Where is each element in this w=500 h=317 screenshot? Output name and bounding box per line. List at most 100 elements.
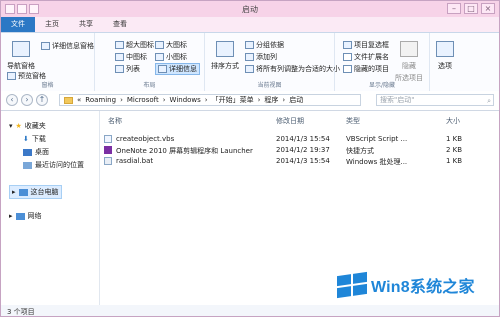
file-date: 2014/1/2 19:37 xyxy=(276,146,330,154)
watermark-logo: Win8系统之家 xyxy=(337,271,475,299)
file-name: createobject.vbs xyxy=(116,135,175,143)
file-type: VBScript Script ... xyxy=(346,135,408,143)
tab-share[interactable]: 共享 xyxy=(69,17,103,32)
navigation-buttons: ‹ › ↑ xyxy=(6,94,48,106)
tab-view[interactable]: 查看 xyxy=(103,17,137,32)
breadcrumb-separator: › xyxy=(162,96,166,104)
file-size: 2 KB xyxy=(446,146,463,154)
file-extensions-toggle[interactable]: 文件扩展名 xyxy=(343,52,389,62)
batch-file-icon xyxy=(104,157,112,167)
layout-details[interactable]: 详细信息 xyxy=(155,63,200,75)
nav-item-this-pc[interactable]: ▸ 这台电脑 xyxy=(9,185,62,199)
item-checkboxes-toggle[interactable]: 项目复选框 xyxy=(343,40,389,50)
desktop-icon xyxy=(23,148,32,156)
breadcrumb-separator: › xyxy=(204,96,208,104)
layout-large-icons[interactable]: 大图标 xyxy=(155,40,187,50)
add-columns-button[interactable]: 添加列 xyxy=(245,52,277,62)
chevron-right-icon: ▸ xyxy=(9,212,13,220)
hidden-items-toggle[interactable]: 隐藏的项目 xyxy=(343,64,389,74)
nav-item-downloads[interactable]: ⬇ 下载 xyxy=(23,134,46,144)
layout-extra-large-icons[interactable]: 超大图标 xyxy=(115,40,154,50)
ribbon-group-label: 窗格 xyxy=(41,82,54,89)
fit-columns-button[interactable]: 将所有列调整为合适的大小 xyxy=(245,64,340,74)
breadcrumb-item[interactable]: Microsoft xyxy=(127,96,159,104)
details-pane-icon xyxy=(41,42,50,50)
layout-medium-icons[interactable]: 中图标 xyxy=(115,52,147,62)
breadcrumb-separator: « xyxy=(77,96,82,104)
table-row[interactable]: OneNote 2010 屏幕剪辑程序和 Launcher 2014/1/2 1… xyxy=(100,146,499,156)
column-header-type[interactable]: 类型 xyxy=(346,116,360,126)
windows-logo-icon xyxy=(337,271,367,299)
breadcrumb-separator: › xyxy=(120,96,123,104)
medium-icons-icon xyxy=(115,53,124,61)
sort-by-button[interactable]: 排序方式 xyxy=(211,41,239,71)
ribbon-group-options: 选项 xyxy=(430,33,470,91)
layout-list[interactable]: 列表 xyxy=(115,64,140,74)
breadcrumb-item[interactable]: 程序 xyxy=(264,95,278,105)
address-bar[interactable]: « Roaming › Microsoft › Windows › 「开始」菜单 › 程… xyxy=(59,94,361,106)
search-input[interactable]: 搜索"启动" ⌕ xyxy=(376,94,494,106)
ribbon-group-label: 当前视图 xyxy=(257,82,282,89)
breadcrumb-item[interactable]: Windows xyxy=(170,96,201,104)
ribbon-group-show-hide: 项目复选框 文件扩展名 隐藏的项目 隐藏 所选项目 显示/隐藏 xyxy=(335,33,430,91)
table-row[interactable]: rasdial.bat 2014/1/3 15:54 Windows 批处理..… xyxy=(100,157,499,167)
breadcrumb-item[interactable]: 「开始」菜单 xyxy=(212,95,254,105)
nav-item-favorites[interactable]: ▾ ★ 收藏夹 xyxy=(9,121,46,131)
nav-item-network[interactable]: ▸ 网络 xyxy=(9,211,42,221)
window-title: 启动 xyxy=(242,5,258,14)
ribbon-group-label: 显示/隐藏 xyxy=(368,82,396,89)
breadcrumb-item[interactable]: 启动 xyxy=(289,95,303,105)
file-list-header: 名称 修改日期 类型 大小 xyxy=(100,116,499,128)
column-header-size[interactable]: 大小 xyxy=(446,116,460,126)
ribbon-group-current-view: 排序方式 分组依据 添加列 将所有列调整为合适的大小 当前视图 xyxy=(205,33,340,91)
details-pane-button[interactable]: 详细信息窗格 xyxy=(41,41,94,51)
breadcrumb-item[interactable]: Roaming xyxy=(85,96,116,104)
maximize-button[interactable]: □ xyxy=(464,3,478,14)
ribbon-group-panes: 导航窗格 预览窗格 详细信息窗格 窗格 xyxy=(1,33,95,91)
column-header-name[interactable]: 名称 xyxy=(108,116,122,126)
download-icon: ⬇ xyxy=(23,135,29,143)
chevron-right-icon: ▸ xyxy=(12,188,16,196)
close-button[interactable]: × xyxy=(481,3,495,14)
back-icon[interactable]: ‹ xyxy=(6,94,18,106)
large-icons-icon xyxy=(155,41,164,49)
options-button[interactable]: 选项 xyxy=(436,41,454,71)
sort-icon xyxy=(216,41,234,57)
status-bar: 3 个项目 xyxy=(1,306,499,316)
minimize-button[interactable]: – xyxy=(447,3,461,14)
hide-selected-button[interactable]: 隐藏 所选项目 xyxy=(395,41,423,83)
small-icons-icon xyxy=(155,53,164,61)
tab-home[interactable]: 主页 xyxy=(35,17,69,32)
forward-icon[interactable]: › xyxy=(21,94,33,106)
search-icon: ⌕ xyxy=(487,97,491,105)
file-size: 1 KB xyxy=(446,157,463,165)
recent-places-icon xyxy=(23,161,32,169)
fit-columns-icon xyxy=(245,65,254,73)
window-controls: – □ × xyxy=(447,3,495,14)
group-by-button[interactable]: 分组依据 xyxy=(245,40,284,50)
nav-item-recent[interactable]: 最近访问的位置 xyxy=(23,160,84,170)
ribbon-group-layout: 超大图标 大图标 中图标 小图标 列表 详细信息 布局 xyxy=(95,33,205,91)
nav-pane-button[interactable]: 导航窗格 xyxy=(7,41,35,71)
preview-pane-icon xyxy=(7,72,16,80)
column-header-date[interactable]: 修改日期 xyxy=(276,116,304,126)
ribbon-tabs: 文件 主页 共享 查看 xyxy=(1,17,499,32)
address-bar-row: ‹ › ↑ « Roaming › Microsoft › Windows › 「开始… xyxy=(1,91,499,111)
add-columns-icon xyxy=(245,53,254,61)
layout-small-icons[interactable]: 小图标 xyxy=(155,52,187,62)
tab-file[interactable]: 文件 xyxy=(1,17,35,32)
title-bar: 启动 – □ × xyxy=(1,1,499,17)
breadcrumb-separator: › xyxy=(257,96,261,104)
file-size: 1 KB xyxy=(446,135,463,143)
details-icon xyxy=(158,65,167,73)
explorer-window: 启动 – □ × 文件 主页 共享 查看 导航窗格 预览窗格 详细信息窗格 窗格… xyxy=(0,0,500,317)
onenote-shortcut-icon xyxy=(104,146,112,156)
nav-item-desktop[interactable]: 桌面 xyxy=(23,147,49,157)
table-row[interactable]: createobject.vbs 2014/1/3 15:54 VBScript… xyxy=(100,135,499,145)
checkbox-unchecked-icon xyxy=(343,41,352,49)
star-icon: ★ xyxy=(15,122,22,130)
file-name: rasdial.bat xyxy=(116,157,154,165)
up-icon[interactable]: ↑ xyxy=(36,94,48,106)
item-count: 3 个项目 xyxy=(7,308,35,316)
group-by-icon xyxy=(245,41,254,49)
